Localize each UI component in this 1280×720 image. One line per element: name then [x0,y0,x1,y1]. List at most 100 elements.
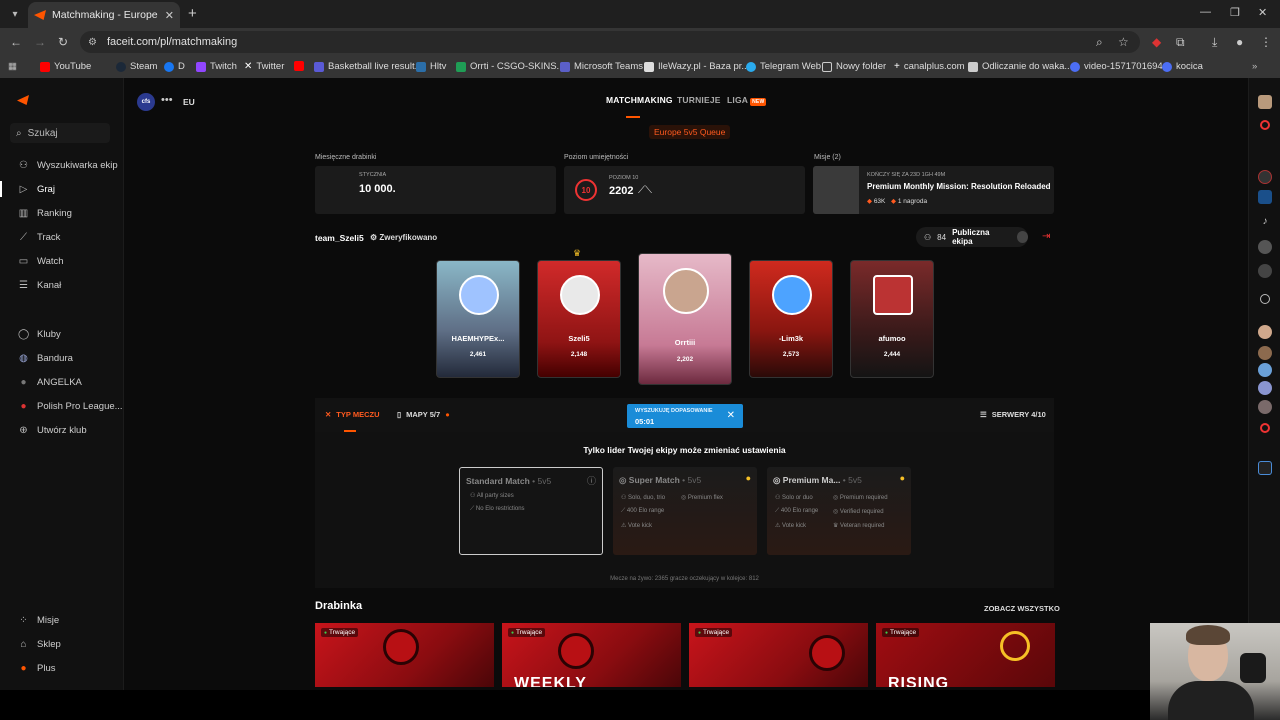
player-card-self[interactable]: Orrtiii 2,202 [638,253,732,385]
skill-level-card[interactable]: 10 POZIOM 10 2202 ⟋⟍ [564,166,805,214]
super-match-card[interactable]: ◎ Super Match • 5v5 ● ⚇ Solo, duo, trio … [613,467,757,555]
see-all-link[interactable]: ZOBACZ WSZYSTKO [984,604,1060,613]
download-icon[interactable]: ⤓ [1212,35,1217,50]
chip-icon[interactable] [1258,461,1272,475]
bookmark-basketball[interactable]: Basketball live result... [314,61,423,72]
bookmark-d[interactable]: D [164,61,185,72]
friend-avatar[interactable] [1258,325,1272,339]
friends-icon[interactable] [1258,240,1272,254]
ladder-banner[interactable]: Trwające [315,623,494,687]
add-friend-icon[interactable] [1260,294,1270,304]
bookmark-twitter[interactable]: ✕ Twitter [244,61,284,72]
tab-maps[interactable]: ▯ MAPY 5/7 ● [397,410,450,419]
player-card[interactable]: -Lim3k 2,573 [749,260,833,378]
sidebar-item-angelka[interactable]: ● ANGELKA [18,377,81,388]
bookmark-orrti[interactable]: Orrti - CSGO-SKINS... [456,61,564,72]
sidebar-item-clubs[interactable]: ◯ Kluby [18,329,61,340]
restore-icon[interactable]: ❐ [1230,6,1240,19]
forward-icon[interactable]: → [34,35,46,49]
reload-icon[interactable]: ↻ [58,35,68,49]
searching-match-banner[interactable]: WYSZUKUJĘ DOPASOWANIE 05:01 ✕ [627,404,743,428]
mission-card[interactable]: KOŃCZY SIĘ ZA 23D 1GH 49M Premium Monthl… [813,166,1054,214]
window-close-icon[interactable]: ✕ [1258,6,1267,19]
bookmark-video[interactable]: video-1571701694 [1070,61,1163,72]
toggle-switch[interactable] [1017,231,1028,243]
bookmark-youtube[interactable]: YouTube [40,61,91,72]
extensions-puzzle-icon[interactable]: ⧉ [1176,35,1185,50]
versus-icon[interactable] [1258,190,1272,204]
sidebar-item-missions[interactable]: ⁘ Misje [18,615,59,626]
bookmark-teams[interactable]: Microsoft Teams [560,61,643,72]
bookmark-steam[interactable]: Steam [116,61,157,72]
bookmark-kocica[interactable]: kocica [1162,61,1203,72]
friend-avatar[interactable] [1258,346,1272,360]
bell-icon[interactable]: ♪ [1258,216,1272,230]
bookmark-folder[interactable]: Nowy folder [822,61,886,72]
leave-party-icon[interactable]: ⇥ [1042,231,1050,242]
site-info-icon[interactable]: ⚙ [88,37,97,48]
sidebar-item-bandura[interactable]: ◍ Bandura [18,353,73,364]
standard-match-card[interactable]: Standard Match • 5v5 ⓘ ⚇ All party sizes… [459,467,603,555]
warning-icon[interactable]: ● [900,473,905,483]
bookmark-youtube-2[interactable] [294,61,304,71]
close-tab-icon[interactable]: ✕ [165,9,174,22]
back-icon[interactable]: ← [10,35,22,49]
premium-match-card[interactable]: ◎ Premium Ma... • 5v5 ● ⚇ Solo or duo ◎ … [767,467,911,555]
tab-match-type[interactable]: ✕ TYP MECZU [325,410,380,419]
sidebar-item-play[interactable]: ▷ Graj [0,181,55,197]
ladder-banner[interactable]: Trwające [689,623,868,687]
extension-icon[interactable]: ◆ [1152,35,1161,49]
sidebar-item-shop[interactable]: ⌂ Sklep [18,639,60,650]
sidebar-item-channel[interactable]: ☰ Kanał [18,280,61,291]
bookmark-telegram[interactable]: Telegram Web [746,61,821,72]
bookmark-star-icon[interactable]: ☆ [1118,35,1129,49]
player-card[interactable]: Szeli5 2,148 [537,260,621,378]
player-card[interactable]: HAEMHYPEx... 2,461 [436,260,520,378]
friend-avatar[interactable] [1258,363,1272,377]
club-badge[interactable]: cfs [137,93,155,111]
queue-selector[interactable]: Europe 5v5 Queue [649,125,731,139]
chat-icon[interactable] [1258,264,1272,278]
browser-menu-icon[interactable]: ⋮ [1260,35,1272,49]
team-name[interactable]: team_Szeli5 [315,233,364,243]
bookmark-hltv[interactable]: Hltv [416,61,446,72]
sidebar-item-plus[interactable]: ● Plus [18,663,55,674]
sidebar-item-ppl[interactable]: ● Polish Pro League... [18,401,122,412]
bookmark-odliczanie[interactable]: Odliczanie do waka... [968,61,1072,72]
profile-icon[interactable]: ● [1236,35,1243,49]
sidebar-item-track[interactable]: ⟋ Track [18,232,60,243]
apps-grid-icon[interactable]: ▦ [8,61,17,72]
notification-icon[interactable] [1258,170,1272,184]
friend-avatar[interactable] [1258,400,1272,414]
zoom-icon[interactable]: ⌕ [1096,35,1103,50]
bookmark-twitch[interactable]: Twitch [196,61,237,72]
user-avatar[interactable] [1258,95,1272,109]
level-icon[interactable] [1260,120,1270,130]
headset-icon[interactable] [1260,423,1270,433]
more-bookmarks-icon[interactable]: » [1252,61,1257,72]
sidebar-item-watch[interactable]: ▭ Watch [18,256,64,267]
more-options-icon[interactable]: ••• [161,94,173,106]
bookmark-ilewazy[interactable]: IleWazy.pl - Baza pr... [644,61,749,72]
monthly-ladder-card[interactable]: STYCZNIA 10 000. [315,166,556,214]
url-field[interactable]: ⚙ faceit.com/pl/matchmaking [80,31,1140,53]
ladder-banner[interactable]: Trwające RISING [876,623,1055,687]
sidebar-item-ranking[interactable]: ▥ Ranking [18,208,72,219]
player-card[interactable]: afumoo 2,444 [850,260,934,378]
ladder-banner[interactable]: Trwające WEEKLY [502,623,681,687]
minimize-icon[interactable]: — [1200,6,1211,18]
region-selector[interactable]: EU [183,97,195,107]
tab-league[interactable]: LIGA NEW [727,95,767,106]
cancel-search-icon[interactable]: ✕ [727,410,735,421]
browser-tab[interactable]: Matchmaking - Europe 5v5 Que ✕ [28,2,180,28]
tab-tournaments[interactable]: TURNIEJE [677,95,721,105]
search-input[interactable]: ⌕ Szukaj [10,123,110,143]
faceit-logo-icon[interactable] [17,95,29,105]
sidebar-item-create-club[interactable]: ⊕ Utwórz klub [18,425,86,436]
warning-icon[interactable]: ● [746,473,751,483]
new-tab-icon[interactable]: + [188,5,197,22]
tab-matchmaking[interactable]: MATCHMAKING [606,95,673,105]
tab-servers[interactable]: ☰ SERWERY 4/10 [980,410,1046,419]
friend-avatar[interactable] [1258,381,1272,395]
tab-search-icon[interactable]: ▾ [4,3,26,25]
